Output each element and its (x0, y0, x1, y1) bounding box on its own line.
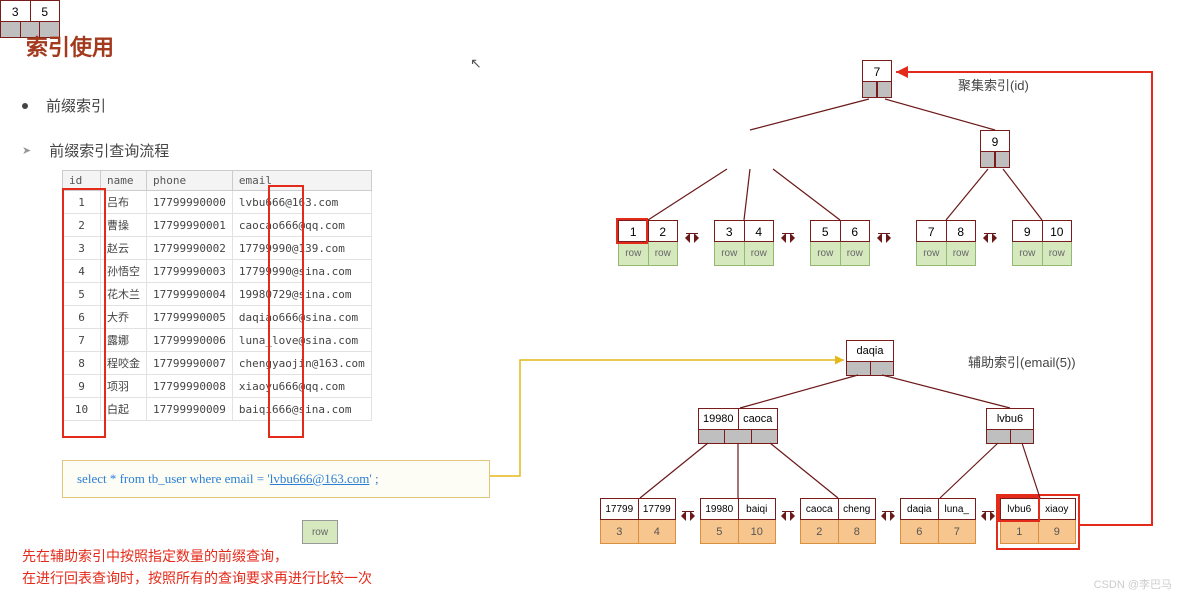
cell-name: 吕布 (101, 191, 147, 214)
cell-phone: 17799990008 (147, 375, 233, 398)
cell-phone: 17799990003 (147, 260, 233, 283)
leaf-link-arrow (682, 228, 702, 240)
cell-id: 8 (63, 352, 101, 375)
cell-id: 4 (63, 260, 101, 283)
leaf-link-arrow (874, 228, 894, 240)
cell-id: 10 (63, 398, 101, 421)
sql-highlight: lvbu666@163.com (270, 471, 370, 486)
cell-email: chengyaojin@163.com (232, 352, 371, 375)
cell-phone: 17799990000 (147, 191, 233, 214)
cell-id: 3 (63, 237, 101, 260)
tree2-leaf-4: lvbu6xiaoy 19 (1000, 498, 1076, 544)
leaf-link-arrow (980, 228, 1000, 240)
tree2-leaf-3: daqialuna_ 67 (900, 498, 976, 544)
explanation-text: 先在辅助索引中按照指定数量的前缀查询， 在进行回表查询时，按照所有的查询要求再进… (22, 545, 372, 590)
cell-name: 白起 (101, 398, 147, 421)
tree1-leaf-4: 910 rowrow (1012, 220, 1072, 266)
cell-phone: 17799990002 (147, 237, 233, 260)
bullet1-text: 前缀索引 (46, 95, 106, 116)
cell-phone: 17799990009 (147, 398, 233, 421)
bullet-flow: ➤ 前缀索引查询流程 (22, 140, 169, 161)
tree1-leaf-2: 56 rowrow (810, 220, 870, 266)
cell-id: 6 (63, 306, 101, 329)
tree1-root: 7 (862, 60, 892, 98)
cell-id: 7 (63, 329, 101, 352)
col-phone: phone (147, 171, 233, 191)
cell-name: 大乔 (101, 306, 147, 329)
table-row: 3 赵云 17799990002 17799990@139.com (63, 237, 372, 260)
cell-phone: 17799990005 (147, 306, 233, 329)
tree1-mid-right: 9 (980, 130, 1010, 168)
label-secondary-index: 辅助索引(email(5)) (968, 352, 1076, 371)
cell-phone: 17799990006 (147, 329, 233, 352)
sql-prefix: select * from tb_user where email = ' (77, 471, 270, 486)
table-row: 5 花木兰 17799990004 19980729@sina.com (63, 283, 372, 306)
cell-email: luna_love@sina.com (232, 329, 371, 352)
cell-email: daqiao666@sina.com (232, 306, 371, 329)
bullet2-text: 前缀索引查询流程 (49, 140, 169, 161)
cell-name: 孙悟空 (101, 260, 147, 283)
table-row: 1 吕布 17799990000 lvbu666@163.com (63, 191, 372, 214)
table-row: 6 大乔 17799990005 daqiao666@sina.com (63, 306, 372, 329)
cell-name: 程咬金 (101, 352, 147, 375)
cell-phone: 17799990007 (147, 352, 233, 375)
cell-name: 露娜 (101, 329, 147, 352)
table-row: 7 露娜 17799990006 luna_love@sina.com (63, 329, 372, 352)
mouse-cursor-icon: ↖ (470, 55, 482, 72)
tree2-leaf-2: caocacheng 28 (800, 498, 876, 544)
cell-name: 曹操 (101, 214, 147, 237)
cell-name: 赵云 (101, 237, 147, 260)
tree2-leaf-1: 19980baiqi 510 (700, 498, 776, 544)
tree2-mid-left: 19980caoca (698, 408, 778, 444)
leaf-link-arrow (778, 228, 798, 240)
cell-email: 19980729@sina.com (232, 283, 371, 306)
leaf-link-arrow (878, 506, 898, 518)
user-table: id name phone email 1 吕布 17799990000 lvb… (62, 170, 372, 421)
cell-email: 17799990@139.com (232, 237, 371, 260)
sql-suffix: ' ; (369, 471, 378, 486)
cell-email: caocao666@qq.com (232, 214, 371, 237)
cell-email: 17799990@sina.com (232, 260, 371, 283)
tree2-mid-right: lvbu6 (986, 408, 1034, 444)
cell-email: xiaoyu666@qq.com (232, 375, 371, 398)
table-row: 4 孙悟空 17799990003 17799990@sina.com (63, 260, 372, 283)
tree2-leaf-0: 1779917799 34 (600, 498, 676, 544)
cell-name: 花木兰 (101, 283, 147, 306)
table-row: 9 项羽 17799990008 xiaoyu666@qq.com (63, 375, 372, 398)
cell-phone: 17799990001 (147, 214, 233, 237)
cell-name: 项羽 (101, 375, 147, 398)
table-row: 2 曹操 17799990001 caocao666@qq.com (63, 214, 372, 237)
cell-id: 9 (63, 375, 101, 398)
bullet-prefix-index: 前缀索引 (22, 95, 106, 116)
cell-id: 2 (63, 214, 101, 237)
watermark: CSDN @李巴马 (1094, 576, 1172, 592)
table-row: 8 程咬金 17799990007 chengyaojin@163.com (63, 352, 372, 375)
cell-id: 1 (63, 191, 101, 214)
row-result-box: row (302, 520, 338, 544)
expl-line1: 先在辅助索引中按照指定数量的前缀查询， (22, 545, 372, 567)
leaf-link-arrow (978, 506, 998, 518)
tree2-root: daqia (846, 340, 894, 376)
page-title: 索引使用 (26, 30, 114, 62)
label-clustered-index: 聚集索引(id) (958, 75, 1029, 94)
col-id: id (63, 171, 101, 191)
cell-id: 5 (63, 283, 101, 306)
cell-email: lvbu666@163.com (232, 191, 371, 214)
expl-line2: 在进行回表查询时，按照所有的查询要求再进行比较一次 (22, 567, 372, 589)
cell-phone: 17799990004 (147, 283, 233, 306)
leaf-link-arrow (778, 506, 798, 518)
tree1-leaf-0: 12 rowrow (618, 220, 678, 266)
tree1-leaf-1: 34 rowrow (714, 220, 774, 266)
col-email: email (232, 171, 371, 191)
tree1-leaf-3: 78 rowrow (916, 220, 976, 266)
table-row: 10 白起 17799990009 baiqi666@sina.com (63, 398, 372, 421)
cell-email: baiqi666@sina.com (232, 398, 371, 421)
col-name: name (101, 171, 147, 191)
bullet-dot-icon (22, 103, 28, 109)
chevron-right-icon: ➤ (22, 144, 31, 157)
leaf-link-arrow (678, 506, 698, 518)
sql-query: select * from tb_user where email = 'lvb… (62, 460, 490, 498)
